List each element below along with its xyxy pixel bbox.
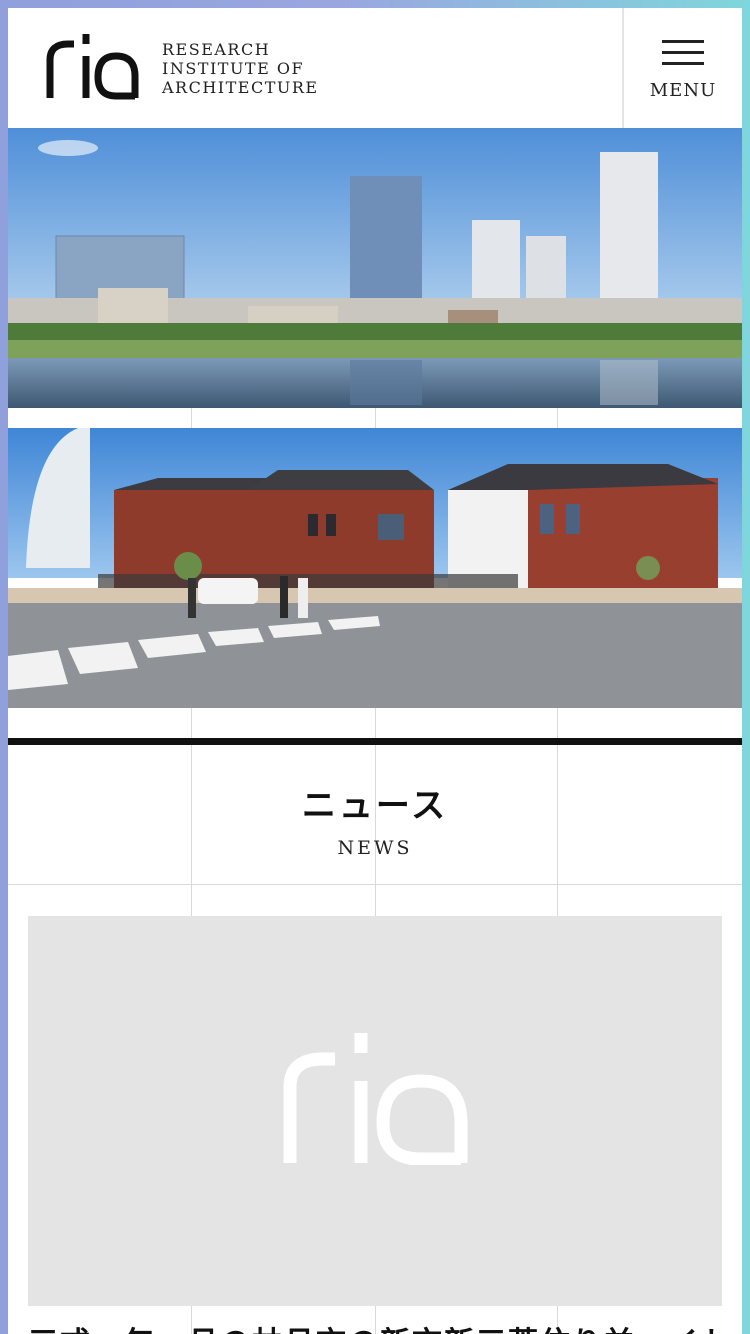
section-title-en: NEWS <box>337 837 413 859</box>
section-title-ja: ニュース <box>301 786 449 826</box>
tagline-line: ARCHITECTURE <box>162 78 319 97</box>
section-divider <box>8 738 742 745</box>
site-header: RESEARCH INSTITUTE OF ARCHITECTURE MENU <box>8 8 742 129</box>
ria-logo[interactable] <box>46 30 142 100</box>
menu-label: MENU <box>649 80 717 101</box>
tagline-line: INSTITUTE OF <box>162 59 305 78</box>
red-brick-warehouse-photo[interactable] <box>8 428 742 708</box>
news-thumbnail[interactable] <box>28 916 722 1306</box>
ria-logo-placeholder <box>283 1031 469 1166</box>
news-headline[interactable]: 三式 年 月の林月市の新市新三菱住り並ーイト <box>28 1318 728 1334</box>
site-tagline: RESEARCH INSTITUTE OF ARCHITECTURE <box>162 40 319 97</box>
tagline-line: RESEARCH <box>162 40 271 59</box>
grid-line <box>8 884 742 885</box>
menu-button[interactable]: MENU <box>622 8 742 128</box>
page-frame: RESEARCH INSTITUTE OF ARCHITECTURE MENU <box>8 8 742 1334</box>
riverside-towers-photo[interactable] <box>8 128 742 408</box>
hamburger-icon[interactable] <box>662 40 704 68</box>
news-section-heading: ニュース NEWS <box>8 778 742 859</box>
